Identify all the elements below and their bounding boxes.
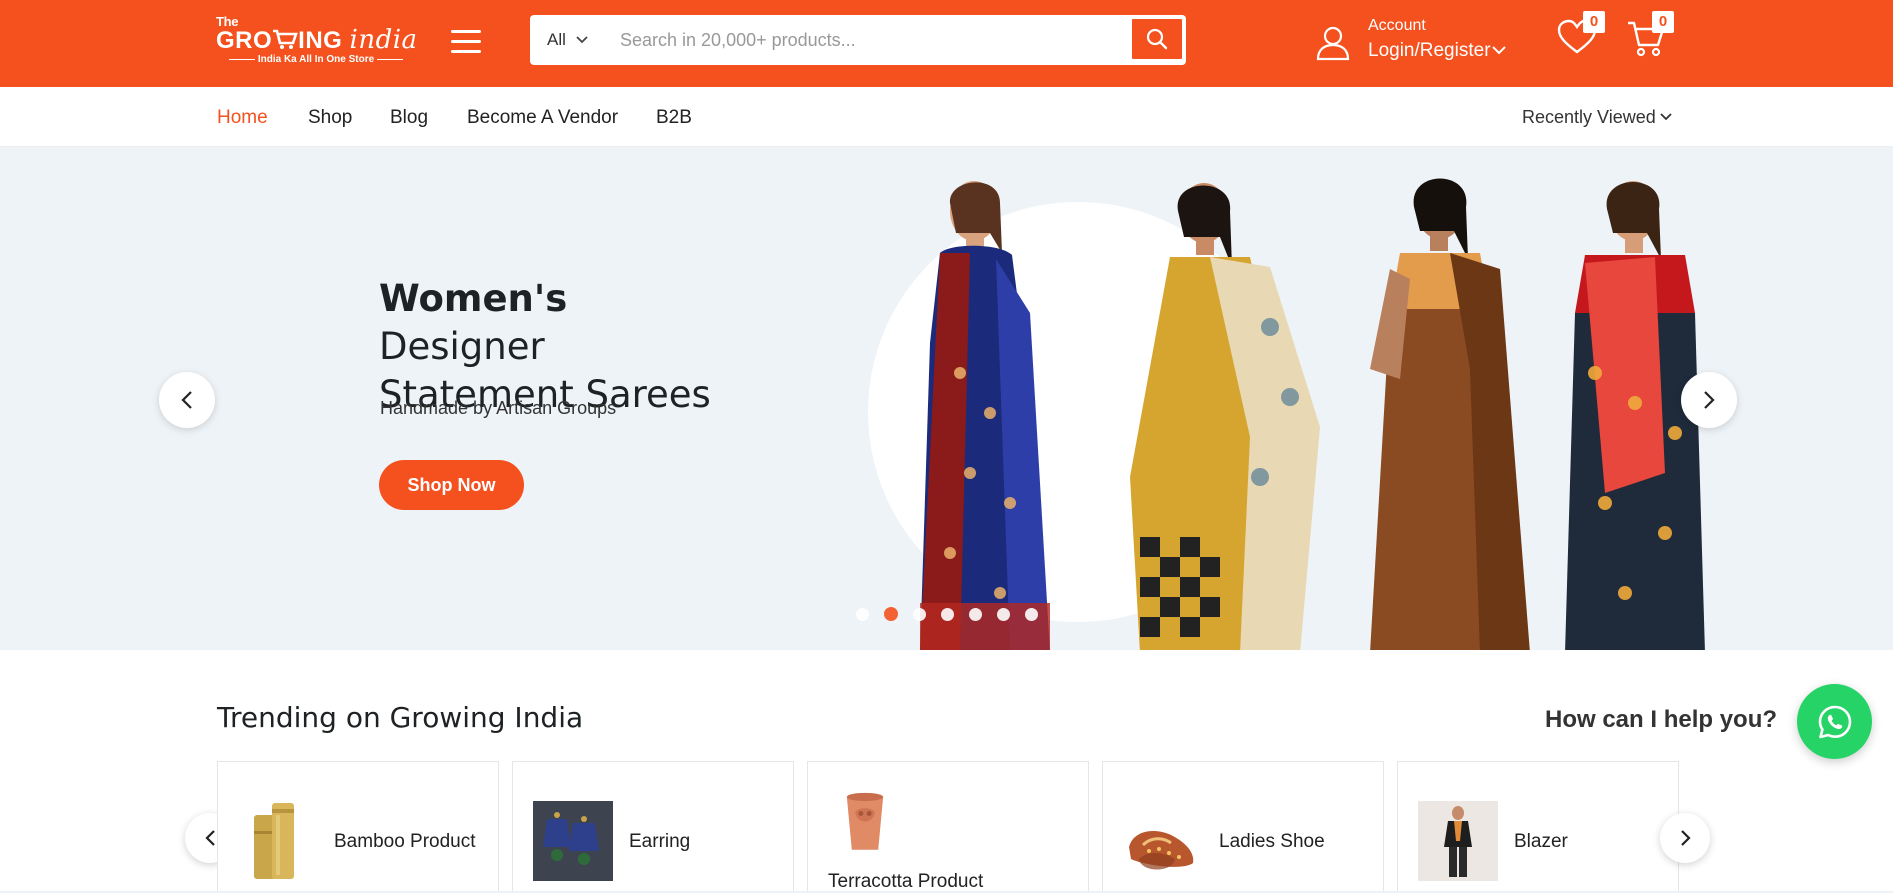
blazer-image <box>1418 801 1498 881</box>
logo-tagline: India Ka All In One Store <box>216 54 416 65</box>
category-card-bamboo[interactable]: Bamboo Product <box>217 761 499 893</box>
slider-dot-2[interactable] <box>884 607 898 621</box>
account-label: Account <box>1368 17 1426 34</box>
top-header: The GRO ING india India Ka All In One Sto… <box>0 0 1893 87</box>
cart-count-badge: 0 <box>1652 11 1674 33</box>
hero-subtitle: Handmade by Artisan Groups <box>380 398 617 418</box>
site-logo[interactable]: The GRO ING india India Ka All In One Sto… <box>216 14 420 68</box>
category-card-earring[interactable]: Earring <box>512 761 794 893</box>
slider-dot-6[interactable] <box>997 607 1010 621</box>
hero-title-bold: Women's <box>379 277 568 320</box>
cart-button[interactable]: 0 <box>1626 11 1674 59</box>
logo-cart-icon <box>273 29 298 49</box>
category-name: Earring <box>629 831 691 852</box>
hero-prev-button[interactable] <box>159 372 215 428</box>
logo-word-c: india <box>349 25 418 55</box>
chevron-right-icon <box>1680 830 1691 846</box>
trending-next-button[interactable] <box>1660 813 1710 863</box>
search-button[interactable] <box>1130 17 1184 61</box>
chevron-down-icon <box>1660 113 1672 121</box>
whatsapp-icon <box>1818 705 1851 738</box>
logo-word-a: GRO <box>216 27 273 54</box>
nav-blog[interactable]: Blog <box>390 107 428 129</box>
search-input[interactable] <box>620 23 1090 57</box>
trending-heading: Trending on Growing India <box>217 701 584 734</box>
hero-slider: Women's Designer Statement Sarees Handma… <box>0 147 1893 650</box>
bamboo-bottle-image <box>254 803 294 879</box>
slider-dot-1[interactable] <box>856 607 869 621</box>
search-icon <box>1146 28 1168 50</box>
main-nav: Home Shop Blog Become A Vendor B2B Recen… <box>0 87 1893 147</box>
saree-model-image-3 <box>1370 178 1530 650</box>
shop-now-button[interactable]: Shop Now <box>379 460 524 510</box>
logo-line-2: GRO ING india <box>216 25 418 55</box>
wishlist-button[interactable]: 0 <box>1557 11 1605 57</box>
help-prompt: How can I help you? <box>1545 706 1778 733</box>
slider-dot-4[interactable] <box>941 607 954 621</box>
whatsapp-chat-button[interactable] <box>1797 684 1872 759</box>
chevron-down-icon <box>576 36 588 44</box>
menu-toggle-icon[interactable] <box>451 28 481 54</box>
category-name: Blazer <box>1514 831 1568 852</box>
account-menu[interactable]: Account Login/Register <box>1316 15 1516 67</box>
user-icon <box>1316 26 1350 61</box>
chevron-down-icon <box>1492 46 1506 55</box>
nav-become-vendor[interactable]: Become A Vendor <box>467 107 618 129</box>
category-name: Bamboo Product <box>334 831 476 852</box>
recently-viewed-dropdown[interactable]: Recently Viewed <box>1522 107 1672 128</box>
chevron-left-icon <box>204 830 215 846</box>
logo-word-b: ING <box>298 27 343 54</box>
terracotta-cup-image <box>846 792 884 850</box>
nav-b2b[interactable]: B2B <box>656 107 692 129</box>
slider-dots <box>856 606 1053 622</box>
slider-dot-5[interactable] <box>969 607 982 621</box>
slider-dot-7[interactable] <box>1025 607 1038 621</box>
ladies-shoe-image <box>1129 831 1194 870</box>
category-name: Ladies Shoe <box>1219 831 1325 852</box>
hero-next-button[interactable] <box>1681 372 1737 428</box>
category-card-ladies-shoe[interactable]: Ladies Shoe <box>1102 761 1384 893</box>
category-card-terracotta[interactable]: Terracotta Product <box>807 761 1089 893</box>
wishlist-count-badge: 0 <box>1583 11 1605 33</box>
search-bar: All <box>530 15 1186 65</box>
slider-dot-3[interactable] <box>913 607 926 621</box>
chevron-right-icon <box>1704 391 1715 409</box>
chevron-left-icon <box>181 391 192 409</box>
saree-model-image-1 <box>920 181 1050 650</box>
search-category-value: All <box>547 30 566 49</box>
earring-image <box>533 801 613 881</box>
nav-home[interactable]: Home <box>217 107 268 129</box>
category-name: Terracotta Product <box>828 871 984 892</box>
category-card-blazer[interactable]: Blazer <box>1397 761 1679 893</box>
recently-viewed-label: Recently Viewed <box>1522 107 1656 127</box>
search-category-select[interactable]: All <box>530 15 605 65</box>
saree-model-image-2 <box>1130 183 1320 650</box>
login-register-link[interactable]: Login/Register <box>1368 40 1491 62</box>
nav-shop[interactable]: Shop <box>308 107 352 129</box>
